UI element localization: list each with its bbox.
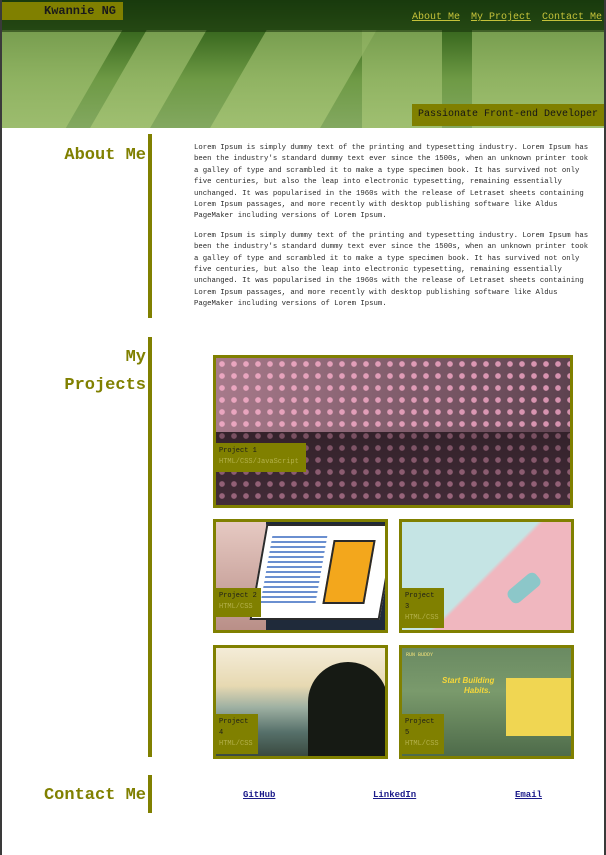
project-4-tech: HTML/CSS — [219, 740, 253, 748]
nav-link-projects[interactable]: My Project — [471, 12, 531, 23]
github-link[interactable]: GitHub — [243, 790, 275, 800]
projects-divider — [148, 337, 152, 757]
about-section-title: About Me — [64, 146, 146, 165]
project-1-tech: HTML/CSS/JavaScript — [219, 458, 299, 466]
run-buddy-brand: RUN BUDDY — [406, 652, 434, 658]
linkedin-link[interactable]: LinkedIn — [373, 790, 416, 800]
project-card-5[interactable]: RUN BUDDY Start Building Habits. Project… — [399, 645, 574, 759]
contact-divider — [148, 775, 152, 813]
project-1-highlight — [216, 358, 570, 432]
about-content: Lorem Ipsum is simply dummy text of the … — [194, 143, 592, 319]
calculator-widget — [322, 540, 376, 604]
project-3-label: Project 3 HTML/CSS — [402, 588, 444, 628]
laptop-screen — [249, 524, 385, 620]
project-2-tech: HTML/CSS — [219, 603, 253, 611]
project-1-name: Project 1 — [219, 447, 257, 455]
project-4-name: Project 4 — [219, 718, 249, 737]
signup-form-panel — [506, 678, 571, 736]
project-5-label: Project 5 HTML/CSS — [402, 714, 444, 754]
site-logo[interactable]: Kwannie NG — [2, 2, 123, 20]
run-buddy-headline-1: Start Building — [442, 676, 495, 685]
toy-car-image — [505, 570, 543, 606]
projects-title-line1: My — [125, 348, 146, 367]
project-5-name: Project 5 — [405, 718, 435, 737]
projects-section-title: My Projects — [64, 344, 146, 400]
project-1-label: Project 1 HTML/CSS/JavaScript — [216, 443, 306, 472]
surfer-silhouette — [308, 662, 385, 756]
hero-wood-plank — [197, 30, 377, 128]
about-divider — [148, 134, 152, 318]
about-paragraph-1: Lorem Ipsum is simply dummy text of the … — [194, 144, 589, 221]
hero-header: Kwannie NG About Me My Project Contact M… — [2, 0, 604, 128]
project-2-name: Project 2 — [219, 592, 257, 600]
hero-tagline: Passionate Front-end Developer — [411, 104, 604, 126]
project-2-label: Project 2 HTML/CSS — [216, 588, 261, 617]
project-card-4[interactable]: Project 4 HTML/CSS — [213, 645, 388, 759]
contact-section-title: Contact Me — [43, 786, 146, 805]
project-3-name: Project 3 — [405, 592, 435, 611]
code-lines — [260, 536, 328, 606]
project-5-tech: HTML/CSS — [405, 740, 439, 748]
email-link[interactable]: Email — [515, 790, 542, 800]
main-nav: About Me My Project Contact Me — [412, 12, 602, 23]
projects-title-line2: Projects — [64, 376, 146, 395]
project-card-1[interactable]: Project 1 HTML/CSS/JavaScript — [213, 355, 573, 508]
project-3-tech: HTML/CSS — [405, 614, 439, 622]
project-card-3[interactable]: Project 3 HTML/CSS — [399, 519, 574, 633]
portfolio-page: Kwannie NG About Me My Project Contact M… — [2, 0, 604, 855]
run-buddy-headline-2: Habits. — [464, 686, 491, 695]
project-4-label: Project 4 HTML/CSS — [216, 714, 258, 754]
about-paragraph-2: Lorem Ipsum is simply dummy text of the … — [194, 231, 589, 309]
nav-link-contact[interactable]: Contact Me — [542, 12, 602, 23]
project-card-2[interactable]: Project 2 HTML/CSS — [213, 519, 388, 633]
nav-link-about[interactable]: About Me — [412, 12, 460, 23]
